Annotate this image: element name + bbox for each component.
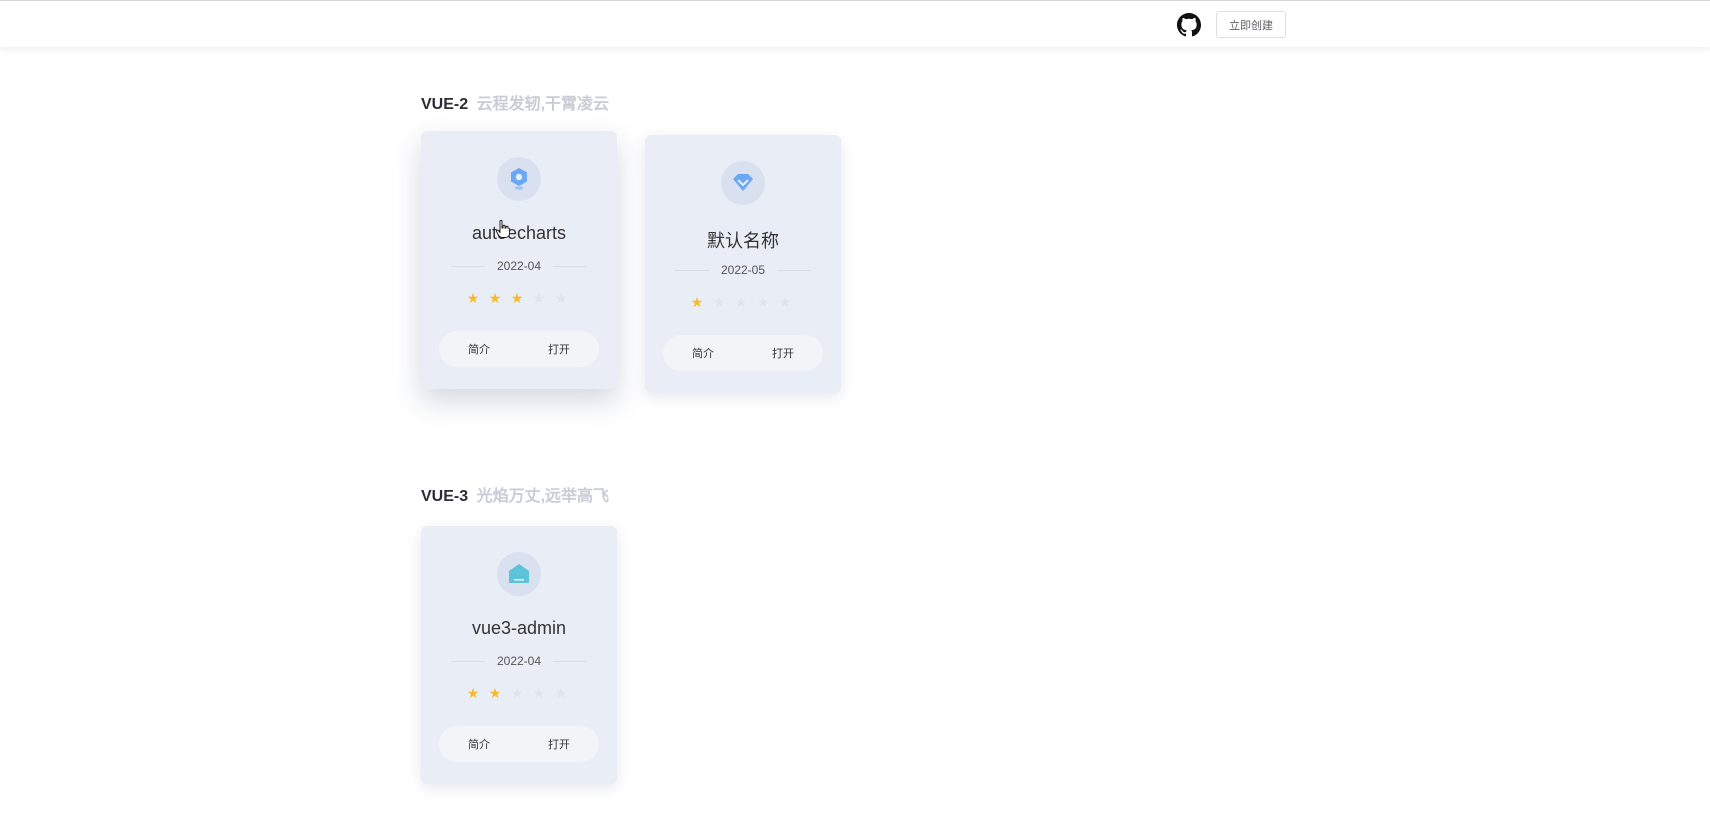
- divider-line: [553, 265, 588, 267]
- intro-button[interactable]: 简介: [682, 341, 724, 365]
- section-slogan: 光焰万丈,远举高飞: [476, 488, 610, 505]
- home-icon: [497, 552, 541, 596]
- project-date-row: 2022-04: [451, 259, 588, 273]
- rating-stars[interactable]: ★ ★ ★ ★ ★: [466, 292, 576, 306]
- card-actions: 简介 打开: [439, 726, 599, 762]
- star-icon[interactable]: ★: [756, 296, 770, 310]
- project-date: 2022-04: [496, 259, 542, 273]
- wrench-gear-icon: [497, 157, 541, 201]
- open-button[interactable]: 打开: [538, 337, 580, 361]
- create-now-button[interactable]: 立即创建: [1216, 11, 1286, 38]
- star-icon[interactable]: ★: [734, 296, 748, 310]
- open-button[interactable]: 打开: [762, 341, 804, 365]
- top-header: 立即创建: [0, 0, 1710, 47]
- star-icon[interactable]: ★: [778, 296, 792, 310]
- star-icon[interactable]: ★: [488, 292, 502, 306]
- github-icon[interactable]: [1177, 13, 1201, 37]
- divider-line: [553, 660, 588, 662]
- project-card[interactable]: 默认名称 2022-05 ★ ★ ★ ★ ★ 简介 打开: [645, 135, 841, 393]
- project-name: autoecharts: [471, 223, 567, 243]
- open-button[interactable]: 打开: [538, 732, 580, 756]
- project-date-row: 2022-04: [451, 654, 588, 668]
- star-icon[interactable]: ★: [488, 687, 502, 701]
- star-icon[interactable]: ★: [510, 292, 524, 306]
- project-date: 2022-05: [720, 263, 766, 277]
- star-icon[interactable]: ★: [554, 292, 568, 306]
- diamond-icon: [721, 161, 765, 205]
- intro-button[interactable]: 简介: [458, 732, 500, 756]
- star-icon[interactable]: ★: [466, 687, 480, 701]
- card-actions: 简介 打开: [439, 331, 599, 367]
- section-version: VUE-2: [421, 96, 469, 113]
- project-card[interactable]: vue3-admin 2022-04 ★ ★ ★ ★ ★ 简介 打开: [421, 526, 617, 784]
- project-date: 2022-04: [496, 654, 542, 668]
- star-icon[interactable]: ★: [532, 292, 546, 306]
- divider-line: [777, 269, 812, 271]
- intro-button[interactable]: 简介: [458, 337, 500, 361]
- project-date-row: 2022-05: [675, 263, 812, 277]
- section-title-vue2: VUE-2 云程发轫,干霄凌云: [421, 90, 609, 114]
- divider-line: [451, 265, 485, 267]
- project-card[interactable]: autoecharts 2022-04 ★ ★ ★ ★ ★ 简介 打开: [421, 131, 617, 389]
- star-icon[interactable]: ★: [532, 687, 546, 701]
- card-actions: 简介 打开: [663, 335, 823, 371]
- star-icon[interactable]: ★: [690, 296, 704, 310]
- star-icon[interactable]: ★: [466, 292, 480, 306]
- rating-stars[interactable]: ★ ★ ★ ★ ★: [690, 296, 800, 310]
- star-icon[interactable]: ★: [554, 687, 568, 701]
- star-icon[interactable]: ★: [510, 687, 524, 701]
- section-slogan: 云程发轫,干霄凌云: [476, 96, 610, 113]
- section-version: VUE-3: [421, 488, 469, 505]
- rating-stars[interactable]: ★ ★ ★ ★ ★: [466, 687, 576, 701]
- project-name: vue3-admin: [471, 618, 567, 638]
- star-icon[interactable]: ★: [712, 296, 726, 310]
- section-title-vue3: VUE-3 光焰万丈,远举高飞: [421, 482, 609, 506]
- divider-line: [675, 269, 709, 271]
- project-name: 默认名称: [707, 231, 779, 251]
- divider-line: [451, 660, 485, 662]
